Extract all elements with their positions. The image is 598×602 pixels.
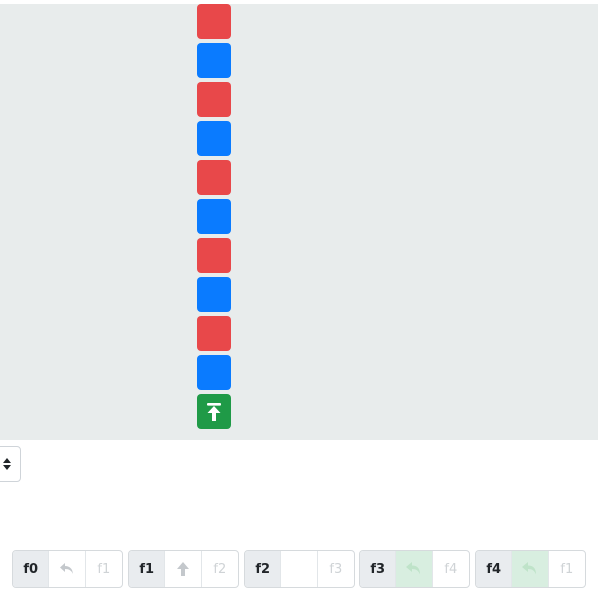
start-tile[interactable] — [197, 394, 231, 429]
function-name[interactable]: f0 — [13, 551, 50, 587]
function-f0: f0 f1 — [12, 550, 123, 588]
board-tile-red[interactable] — [197, 82, 231, 117]
function-f3: f3 f4 — [359, 550, 470, 588]
function-name[interactable]: f1 — [129, 551, 166, 587]
function-slot[interactable] — [396, 551, 433, 587]
turn-left-icon — [60, 563, 74, 574]
up-arrow-icon — [177, 562, 190, 576]
board-tile-red[interactable] — [197, 4, 231, 39]
function-slot[interactable]: f1 — [86, 551, 122, 587]
board-tile-blue[interactable] — [197, 355, 231, 390]
function-f4: f4 f1 — [475, 550, 586, 588]
undo-green-icon — [522, 562, 537, 575]
speed-select[interactable] — [0, 446, 21, 482]
start-arrow-icon — [207, 402, 221, 421]
function-slot[interactable] — [165, 551, 202, 587]
board-tile-blue[interactable] — [197, 199, 231, 234]
function-slot[interactable]: f2 — [202, 551, 238, 587]
game-board — [0, 4, 598, 440]
sort-arrows-icon — [3, 458, 11, 470]
board-tile-red[interactable] — [197, 160, 231, 195]
function-f1: f1 f2 — [128, 550, 239, 588]
function-name[interactable]: f3 — [360, 551, 397, 587]
board-tile-blue[interactable] — [197, 277, 231, 312]
board-tile-blue[interactable] — [197, 43, 231, 78]
board-tile-blue[interactable] — [197, 121, 231, 156]
board-tile-red[interactable] — [197, 238, 231, 273]
function-slot[interactable]: f4 — [433, 551, 469, 587]
function-name[interactable]: f2 — [245, 551, 282, 587]
function-slot[interactable] — [281, 551, 318, 587]
function-slot[interactable]: f3 — [318, 551, 354, 587]
undo-green-icon — [406, 562, 421, 575]
function-slot[interactable] — [49, 551, 86, 587]
board-tile-red[interactable] — [197, 316, 231, 351]
function-slot[interactable]: f1 — [549, 551, 585, 587]
function-slot[interactable] — [512, 551, 549, 587]
function-f2: f2 f3 — [244, 550, 355, 588]
function-name[interactable]: f4 — [476, 551, 513, 587]
